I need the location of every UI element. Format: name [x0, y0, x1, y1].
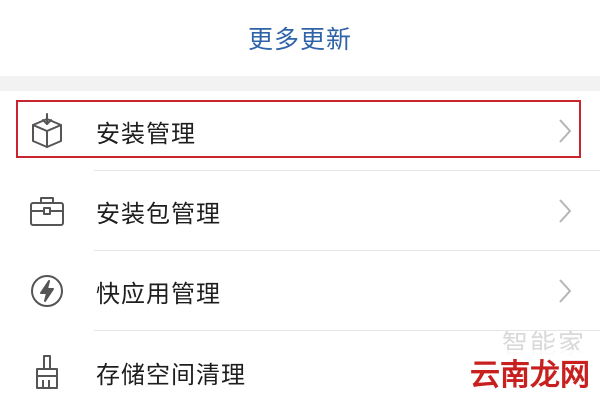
- menu-item-quick-app-management[interactable]: 快应用管理: [0, 251, 600, 331]
- broom-icon: [28, 353, 66, 391]
- chevron-right-icon: [559, 199, 572, 223]
- menu-item-install-management[interactable]: 安装管理: [0, 91, 600, 171]
- more-updates-link[interactable]: 更多更新: [0, 0, 600, 76]
- lightning-icon: [28, 272, 66, 310]
- section-divider: [0, 76, 600, 91]
- menu-item-label: 存储空间清理: [96, 360, 246, 389]
- menu-item-label: 快应用管理: [96, 279, 221, 308]
- menu-item-label: 安装管理: [96, 119, 196, 148]
- briefcase-icon: [28, 192, 66, 230]
- more-updates-label: 更多更新: [247, 25, 352, 54]
- watermark-bottom-text: 云南龙网: [468, 350, 592, 394]
- chevron-right-icon: [559, 119, 572, 143]
- install-package-icon: [28, 112, 66, 150]
- watermark: 智能家 云南龙网: [442, 324, 592, 394]
- menu-item-package-management[interactable]: 安装包管理: [0, 171, 600, 251]
- menu-item-label: 安装包管理: [96, 199, 221, 228]
- chevron-right-icon: [559, 279, 572, 303]
